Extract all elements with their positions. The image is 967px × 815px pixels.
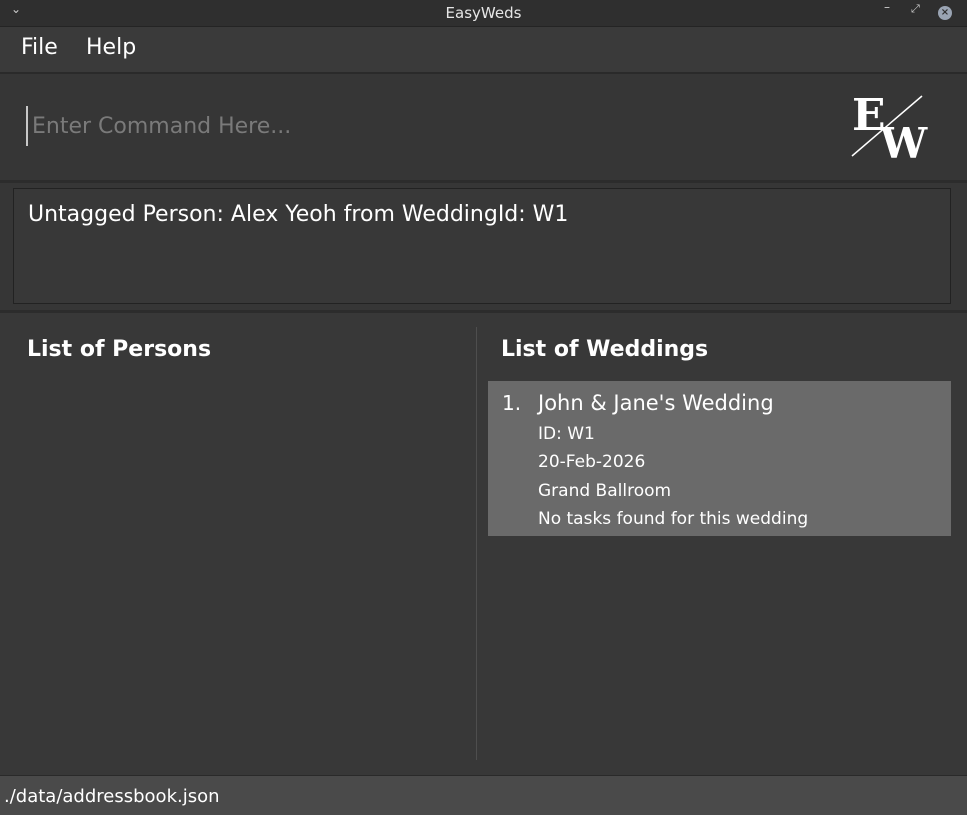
result-display: Untagged Person: Alex Yeoh from WeddingI… xyxy=(0,183,967,313)
wedding-tasks: No tasks found for this wedding xyxy=(538,509,809,529)
menu-help[interactable]: Help xyxy=(86,35,136,60)
command-input[interactable] xyxy=(26,106,792,146)
wedding-id: ID: W1 xyxy=(538,424,595,444)
wedding-date: 20-Feb-2026 xyxy=(538,452,646,472)
status-bar: ./data/addressbook.json xyxy=(0,775,967,815)
menu-bar: File Help xyxy=(0,27,967,74)
wedding-card[interactable]: 1. John & Jane's Wedding ID: W1 20-Feb-2… xyxy=(488,381,951,536)
panel-divider[interactable] xyxy=(476,327,477,760)
result-message: Untagged Person: Alex Yeoh from WeddingI… xyxy=(28,202,569,227)
wedding-index: 1. xyxy=(502,391,522,415)
lists-area: List of Persons List of Weddings 1. John… xyxy=(0,313,967,775)
close-icon[interactable]: × xyxy=(938,6,952,20)
easyweds-logo: E W xyxy=(851,90,928,164)
wedding-name: John & Jane's Wedding xyxy=(538,391,774,415)
maximize-icon[interactable]: ⤢ xyxy=(911,2,920,16)
command-box xyxy=(0,74,967,183)
window-title: EasyWeds xyxy=(445,4,522,22)
data-file-path: ./data/addressbook.json xyxy=(4,786,220,807)
wedding-venue: Grand Ballroom xyxy=(538,481,672,501)
persons-list-title: List of Persons xyxy=(27,337,212,362)
weddings-list-title: List of Weddings xyxy=(501,337,709,362)
minimize-icon[interactable]: – xyxy=(884,0,890,14)
menu-file[interactable]: File xyxy=(21,35,58,60)
title-bar: ⌄ EasyWeds – ⤢ × xyxy=(0,0,967,27)
result-box: Untagged Person: Alex Yeoh from WeddingI… xyxy=(13,188,951,304)
